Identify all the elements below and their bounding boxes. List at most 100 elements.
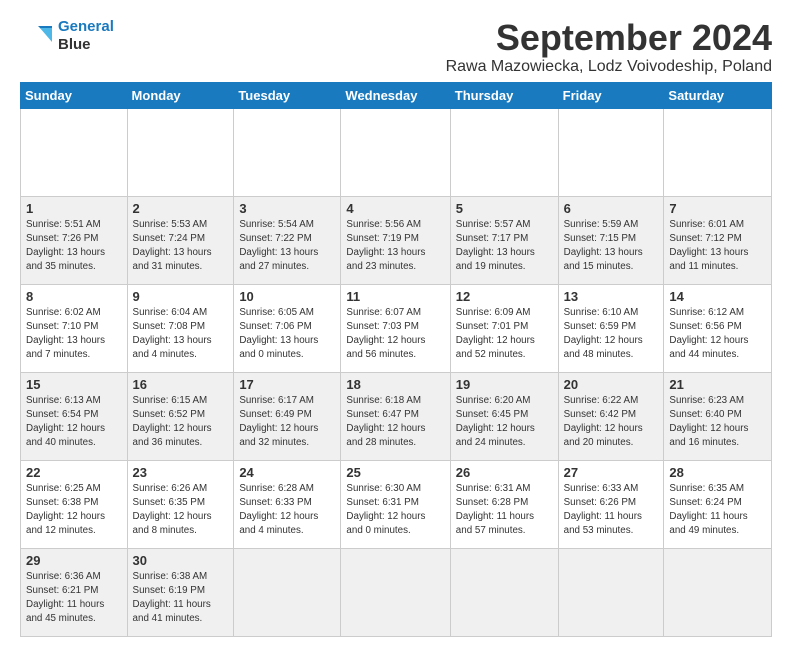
calendar: SundayMondayTuesdayWednesdayThursdayFrid… [20, 82, 772, 637]
calendar-week-row: 1 Sunrise: 5:51 AM Sunset: 7:26 PM Daylig… [21, 196, 772, 284]
header-monday: Monday [127, 82, 234, 108]
calendar-cell: 17 Sunrise: 6:17 AM Sunset: 6:49 PM Dayli… [234, 372, 341, 460]
calendar-cell: 27 Sunrise: 6:33 AM Sunset: 6:26 PM Dayli… [558, 460, 664, 548]
calendar-cell: 6 Sunrise: 5:59 AM Sunset: 7:15 PM Daylig… [558, 196, 664, 284]
day-number: 6 [564, 201, 659, 216]
header-wednesday: Wednesday [341, 82, 450, 108]
day-number: 11 [346, 289, 444, 304]
day-info: Sunrise: 6:35 AM Sunset: 6:24 PM Dayligh… [669, 482, 766, 539]
day-info: Sunrise: 6:26 AM Sunset: 6:35 PM Dayligh… [133, 482, 229, 539]
calendar-cell [664, 108, 772, 196]
day-number: 23 [133, 465, 229, 480]
day-info: Sunrise: 6:04 AM Sunset: 7:08 PM Dayligh… [133, 306, 229, 363]
calendar-header-row: SundayMondayTuesdayWednesdayThursdayFrid… [21, 82, 772, 108]
day-info: Sunrise: 6:02 AM Sunset: 7:10 PM Dayligh… [26, 306, 122, 363]
day-info: Sunrise: 5:56 AM Sunset: 7:19 PM Dayligh… [346, 218, 444, 275]
calendar-cell: 15 Sunrise: 6:13 AM Sunset: 6:54 PM Dayli… [21, 372, 128, 460]
calendar-cell [234, 548, 341, 636]
calendar-cell: 22Sunrise: 6:25 AM Sunset: 6:38 PM Dayli… [21, 460, 128, 548]
day-number: 1 [26, 201, 122, 216]
day-number: 8 [26, 289, 122, 304]
day-number: 29 [26, 553, 122, 568]
calendar-cell: 28 Sunrise: 6:35 AM Sunset: 6:24 PM Dayli… [664, 460, 772, 548]
day-number: 3 [239, 201, 335, 216]
calendar-week-row: 22Sunrise: 6:25 AM Sunset: 6:38 PM Dayli… [21, 460, 772, 548]
logo-text: General Blue [58, 18, 114, 54]
day-info: Sunrise: 6:23 AM Sunset: 6:40 PM Dayligh… [669, 394, 766, 451]
day-number: 15 [26, 377, 122, 392]
calendar-cell: 16Sunrise: 6:15 AM Sunset: 6:52 PM Dayli… [127, 372, 234, 460]
calendar-cell [558, 548, 664, 636]
day-number: 10 [239, 289, 335, 304]
day-number: 5 [456, 201, 553, 216]
page: General Blue September 2024 Rawa Mazowie… [0, 0, 792, 647]
calendar-cell: 1 Sunrise: 5:51 AM Sunset: 7:26 PM Daylig… [21, 196, 128, 284]
calendar-cell: 5 Sunrise: 5:57 AM Sunset: 7:17 PM Daylig… [450, 196, 558, 284]
month-title: September 2024 [446, 18, 772, 58]
calendar-cell: 23 Sunrise: 6:26 AM Sunset: 6:35 PM Dayli… [127, 460, 234, 548]
day-info: Sunrise: 6:09 AM Sunset: 7:01 PM Dayligh… [456, 306, 553, 363]
header-tuesday: Tuesday [234, 82, 341, 108]
day-number: 14 [669, 289, 766, 304]
calendar-cell: 8 Sunrise: 6:02 AM Sunset: 7:10 PM Daylig… [21, 284, 128, 372]
day-number: 21 [669, 377, 766, 392]
day-info: Sunrise: 5:57 AM Sunset: 7:17 PM Dayligh… [456, 218, 553, 275]
calendar-cell: 2 Sunrise: 5:53 AM Sunset: 7:24 PM Daylig… [127, 196, 234, 284]
day-info: Sunrise: 6:17 AM Sunset: 6:49 PM Dayligh… [239, 394, 335, 451]
calendar-cell: 14Sunrise: 6:12 AM Sunset: 6:56 PM Dayli… [664, 284, 772, 372]
day-info: Sunrise: 6:31 AM Sunset: 6:28 PM Dayligh… [456, 482, 553, 539]
calendar-cell [127, 108, 234, 196]
calendar-cell: 12Sunrise: 6:09 AM Sunset: 7:01 PM Dayli… [450, 284, 558, 372]
calendar-week-row: 8 Sunrise: 6:02 AM Sunset: 7:10 PM Daylig… [21, 284, 772, 372]
day-info: Sunrise: 6:30 AM Sunset: 6:31 PM Dayligh… [346, 482, 444, 539]
logo-line1: General [58, 18, 114, 35]
day-info: Sunrise: 5:51 AM Sunset: 7:26 PM Dayligh… [26, 218, 122, 275]
logo-icon [20, 22, 52, 50]
title-section: September 2024 Rawa Mazowiecka, Lodz Voi… [446, 18, 772, 76]
day-number: 25 [346, 465, 444, 480]
day-number: 2 [133, 201, 229, 216]
day-info: Sunrise: 6:10 AM Sunset: 6:59 PM Dayligh… [564, 306, 659, 363]
day-info: Sunrise: 6:22 AM Sunset: 6:42 PM Dayligh… [564, 394, 659, 451]
calendar-cell: 9Sunrise: 6:04 AM Sunset: 7:08 PM Daylig… [127, 284, 234, 372]
day-number: 19 [456, 377, 553, 392]
header: General Blue September 2024 Rawa Mazowie… [20, 18, 772, 76]
day-info: Sunrise: 6:05 AM Sunset: 7:06 PM Dayligh… [239, 306, 335, 363]
calendar-cell [664, 548, 772, 636]
day-number: 17 [239, 377, 335, 392]
calendar-cell [234, 108, 341, 196]
day-info: Sunrise: 5:59 AM Sunset: 7:15 PM Dayligh… [564, 218, 659, 275]
calendar-cell [450, 548, 558, 636]
day-info: Sunrise: 6:33 AM Sunset: 6:26 PM Dayligh… [564, 482, 659, 539]
calendar-cell [341, 548, 450, 636]
day-number: 7 [669, 201, 766, 216]
day-info: Sunrise: 6:07 AM Sunset: 7:03 PM Dayligh… [346, 306, 444, 363]
day-info: Sunrise: 5:54 AM Sunset: 7:22 PM Dayligh… [239, 218, 335, 275]
calendar-cell: 10 Sunrise: 6:05 AM Sunset: 7:06 PM Dayli… [234, 284, 341, 372]
calendar-cell [341, 108, 450, 196]
calendar-week-row [21, 108, 772, 196]
day-number: 28 [669, 465, 766, 480]
day-number: 13 [564, 289, 659, 304]
calendar-cell: 7Sunrise: 6:01 AM Sunset: 7:12 PM Daylig… [664, 196, 772, 284]
calendar-cell: 3 Sunrise: 5:54 AM Sunset: 7:22 PM Daylig… [234, 196, 341, 284]
calendar-cell: 20Sunrise: 6:22 AM Sunset: 6:42 PM Dayli… [558, 372, 664, 460]
day-number: 4 [346, 201, 444, 216]
calendar-cell: 21 Sunrise: 6:23 AM Sunset: 6:40 PM Dayli… [664, 372, 772, 460]
day-number: 24 [239, 465, 335, 480]
day-number: 27 [564, 465, 659, 480]
calendar-cell: 11 Sunrise: 6:07 AM Sunset: 7:03 PM Dayli… [341, 284, 450, 372]
calendar-week-row: 29Sunrise: 6:36 AM Sunset: 6:21 PM Dayli… [21, 548, 772, 636]
calendar-cell: 30Sunrise: 6:38 AM Sunset: 6:19 PM Dayli… [127, 548, 234, 636]
header-thursday: Thursday [450, 82, 558, 108]
day-info: Sunrise: 6:20 AM Sunset: 6:45 PM Dayligh… [456, 394, 553, 451]
logo: General Blue [20, 18, 114, 54]
calendar-week-row: 15 Sunrise: 6:13 AM Sunset: 6:54 PM Dayli… [21, 372, 772, 460]
day-info: Sunrise: 6:13 AM Sunset: 6:54 PM Dayligh… [26, 394, 122, 451]
calendar-cell: 29Sunrise: 6:36 AM Sunset: 6:21 PM Dayli… [21, 548, 128, 636]
header-sunday: Sunday [21, 82, 128, 108]
day-info: Sunrise: 5:53 AM Sunset: 7:24 PM Dayligh… [133, 218, 229, 275]
calendar-cell [558, 108, 664, 196]
day-info: Sunrise: 6:28 AM Sunset: 6:33 PM Dayligh… [239, 482, 335, 539]
header-saturday: Saturday [664, 82, 772, 108]
